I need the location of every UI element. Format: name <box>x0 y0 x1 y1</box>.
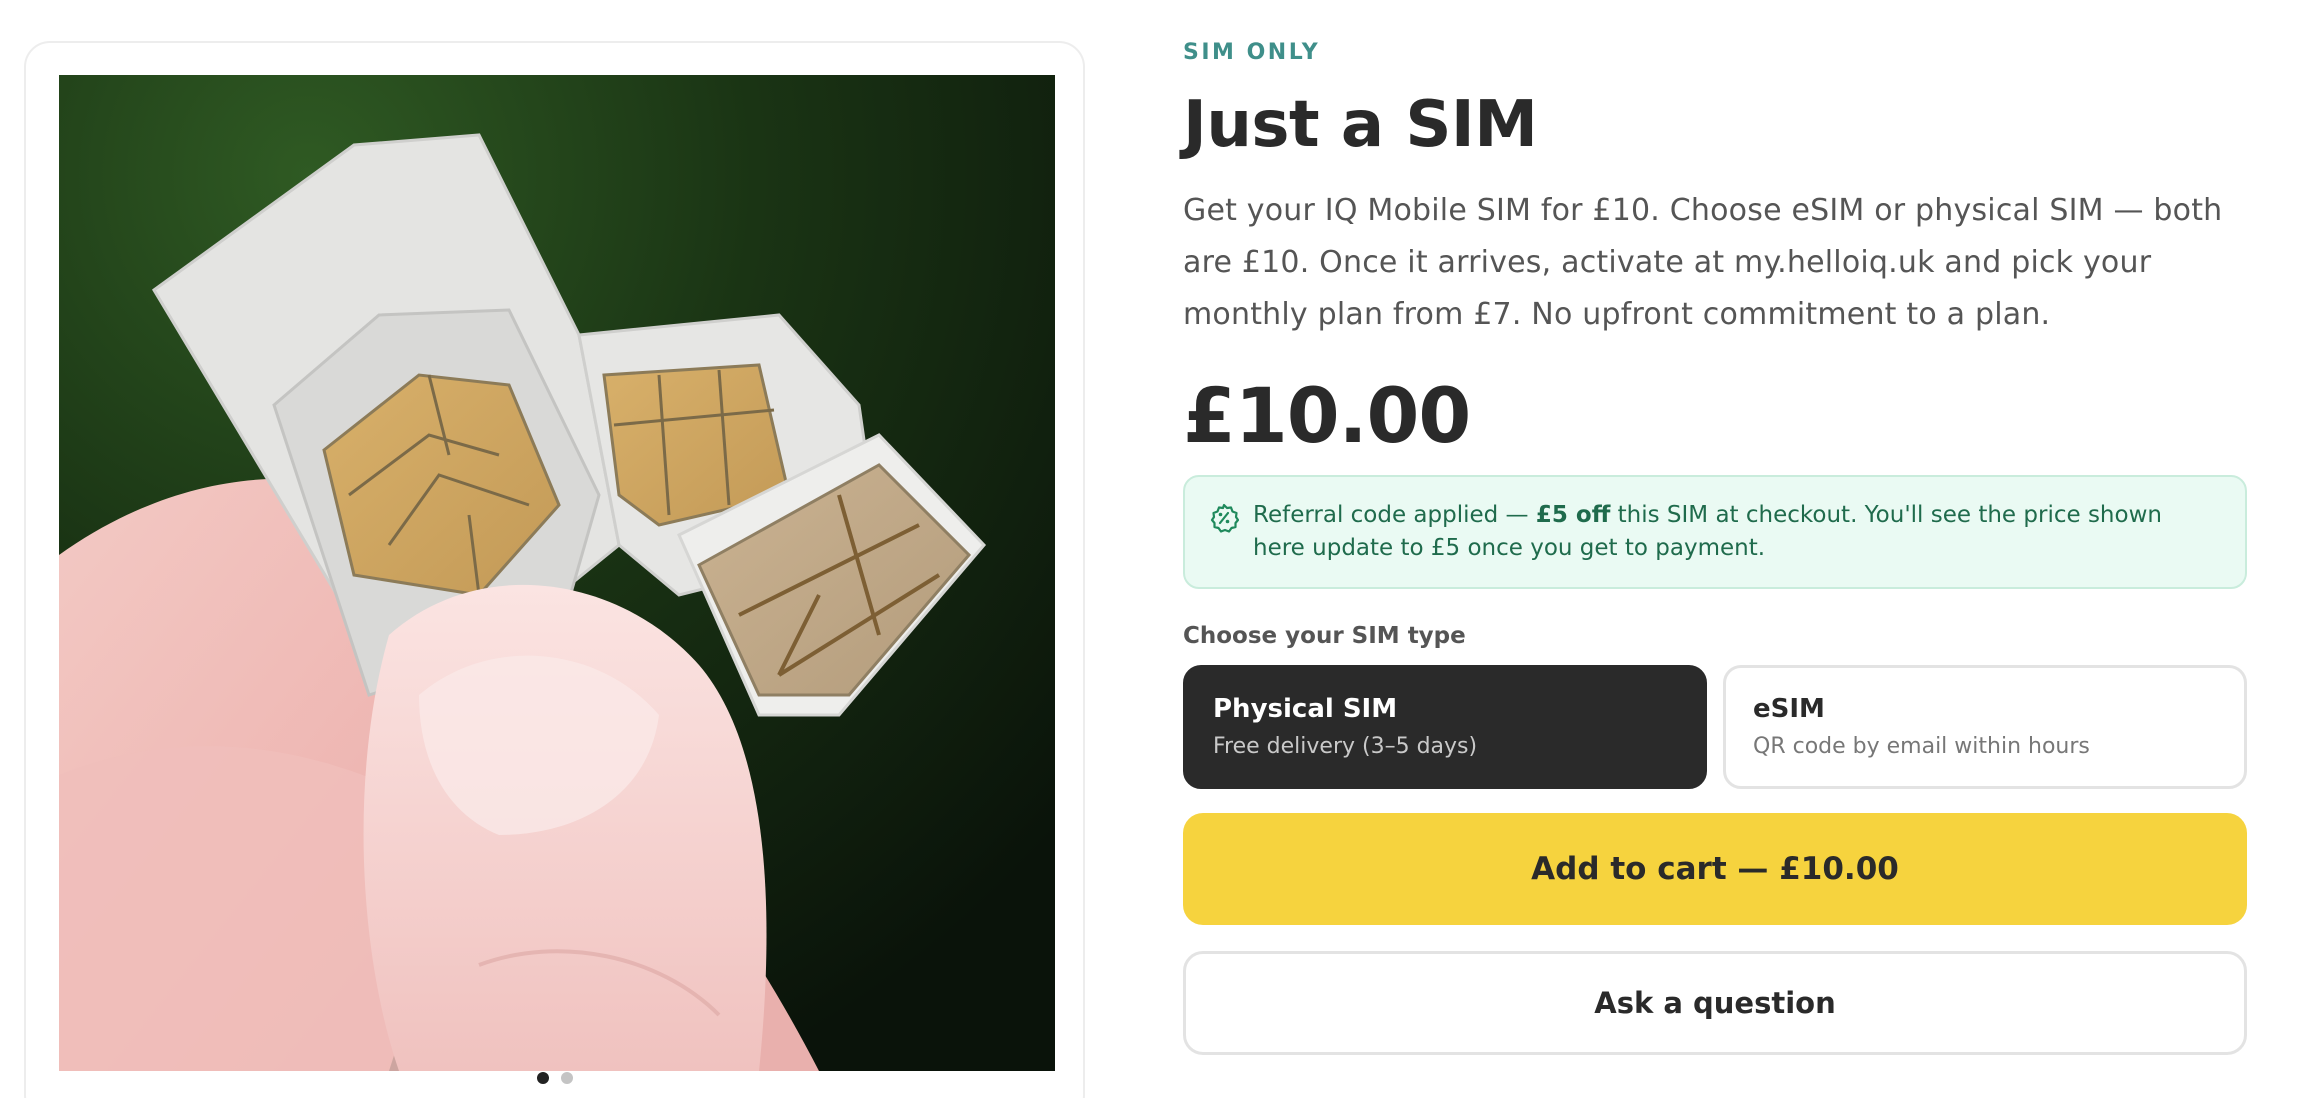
gallery-pagination <box>26 1072 1083 1084</box>
product-photo <box>59 75 1055 1071</box>
sim-option-physical[interactable]: Physical SIM Free delivery (3–5 days) <box>1183 665 1707 789</box>
add-to-cart-button[interactable]: Add to cart — £10.00 <box>1183 813 2247 925</box>
sim-option-subtitle: QR code by email within hours <box>1753 734 2090 759</box>
sim-option-title: eSIM <box>1753 694 1825 724</box>
product-description: Get your IQ Mobile SIM for £10. Choose e… <box>1183 193 2223 332</box>
referral-notice: Referral code applied — £5 off this SIM … <box>1183 475 2247 589</box>
discount-badge-icon <box>1209 503 1240 543</box>
sim-type-options: Physical SIM Free delivery (3–5 days) eS… <box>1183 665 2247 789</box>
product-page: SIM ONLY Just a SIM Get your IQ Mobile S… <box>0 0 2304 1098</box>
sim-cards-photo <box>59 75 1055 1071</box>
sim-option-subtitle: Free delivery (3–5 days) <box>1213 734 1478 759</box>
ask-question-button[interactable]: Ask a question <box>1183 951 2247 1055</box>
product-info: SIM ONLY Just a SIM Get your IQ Mobile S… <box>1183 40 2247 1055</box>
sim-option-title: Physical SIM <box>1213 694 1398 724</box>
product-category: SIM ONLY <box>1183 40 1321 65</box>
sim-option-esim[interactable]: eSIM QR code by email within hours <box>1723 665 2247 789</box>
product-gallery <box>24 41 1085 1098</box>
gallery-dot-1[interactable] <box>536 1072 549 1084</box>
gallery-dot-2[interactable] <box>560 1072 573 1084</box>
sim-type-label: Choose your SIM type <box>1183 623 1466 649</box>
product-title: Just a SIM <box>1183 88 1538 162</box>
referral-discount: £5 off <box>1535 502 1611 528</box>
product-price: £10.00 <box>1183 371 1471 460</box>
referral-text: Referral code applied — £5 off this SIM … <box>1253 502 2162 561</box>
